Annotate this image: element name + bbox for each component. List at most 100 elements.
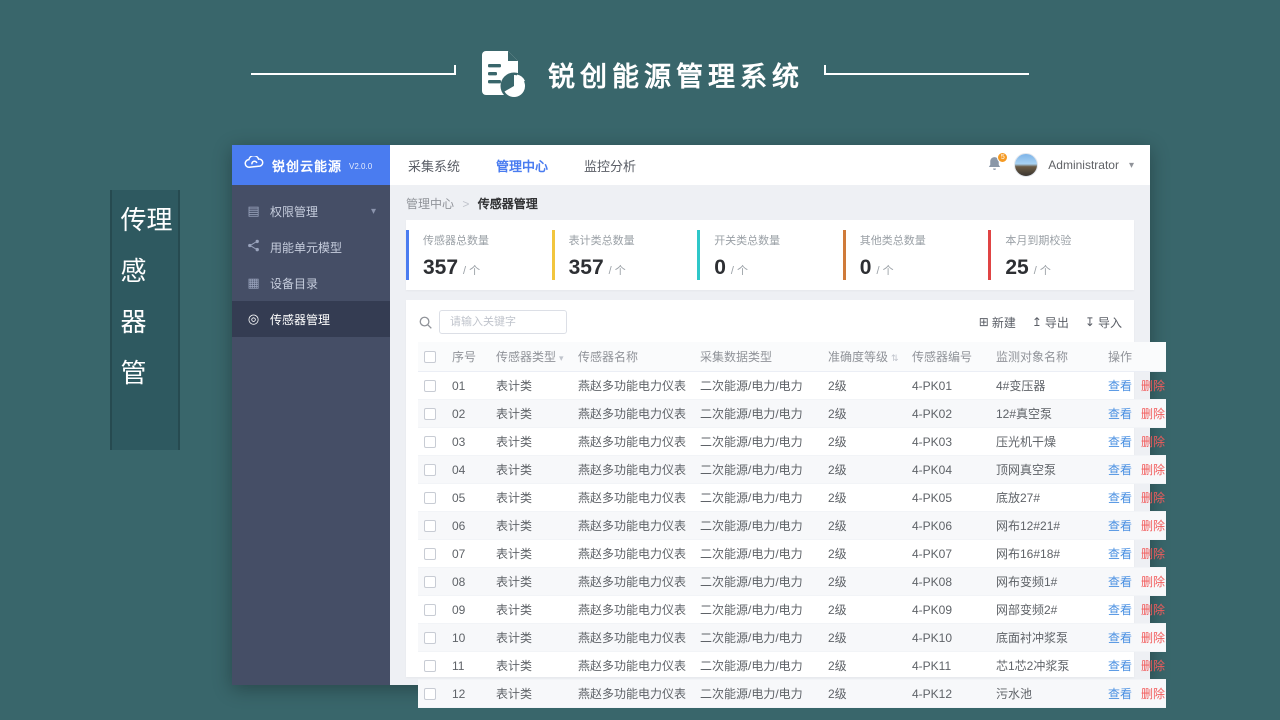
search-input[interactable] [439,310,567,334]
cell-accuracy: 2级 [822,399,906,428]
user-caret-icon[interactable]: ▾ [1129,160,1134,171]
row-checkbox[interactable] [424,660,436,673]
sensor-table: 序号 传感器类型 ▾ 传感器名称 采集数据类型 准确度等级 ⇅ 传感器编号 监测对象… [418,342,1166,708]
table-row: 06 表计类 燕赵多功能电力仪表 二次能源/电力/电力 2级 4-PK06 网布… [418,511,1166,540]
cell-actions: 查看 删除 [1102,511,1166,540]
row-checkbox[interactable] [424,576,436,589]
tab-management-center[interactable]: 管理中心 [496,156,548,175]
view-link[interactable]: 查看 [1108,547,1132,561]
cell-no: 05 [446,483,490,512]
table-card: ⊞ 新建 ↥ 导出 ↧ 导入 [406,300,1166,708]
cell-sensor-name: 燕赵多功能电力仪表 [572,679,694,708]
delete-link[interactable]: 删除 [1141,631,1165,645]
cell-accuracy: 2级 [822,651,906,680]
cell-no: 08 [446,567,490,596]
cell-data-type: 二次能源/电力/电力 [694,539,822,568]
cell-accuracy: 2级 [822,539,906,568]
cell-no: 04 [446,455,490,484]
table-row: 05 表计类 燕赵多功能电力仪表 二次能源/电力/电力 2级 4-PK05 底放… [418,483,1166,512]
sensor-target-icon: ◎ [247,311,260,326]
cell-target-name: 污水池 [990,679,1102,708]
create-button[interactable]: ⊞ 新建 [979,314,1016,331]
cell-sensor-name: 燕赵多功能电力仪表 [572,595,694,624]
banner: 锐创能源管理系统 [0,38,1280,110]
table-header: 序号 传感器类型 ▾ 传感器名称 采集数据类型 准确度等级 ⇅ 传感器编号 监测对象… [418,342,1166,372]
row-checkbox[interactable] [424,548,436,561]
delete-link[interactable]: 删除 [1141,547,1165,561]
table-row: 03 表计类 燕赵多功能电力仪表 二次能源/电力/电力 2级 4-PK03 压光… [418,427,1166,456]
import-button[interactable]: ↧ 导入 [1085,314,1122,331]
cell-sensor-code: 4-PK04 [906,455,990,484]
tab-monitoring-analysis[interactable]: 监控分析 [584,156,636,175]
view-link[interactable]: 查看 [1108,463,1132,477]
view-link[interactable]: 查看 [1108,407,1132,421]
row-checkbox[interactable] [424,408,436,421]
delete-link[interactable]: 删除 [1141,407,1165,421]
notification-bell-icon[interactable]: 5 [986,152,1009,175]
view-link[interactable]: 查看 [1108,491,1132,505]
delete-link[interactable]: 删除 [1141,687,1165,701]
delete-link[interactable]: 删除 [1141,519,1165,533]
view-link[interactable]: 查看 [1108,435,1132,449]
filter-icon[interactable]: ▾ [559,353,564,363]
view-link[interactable]: 查看 [1108,575,1132,589]
view-link[interactable]: 查看 [1108,603,1132,617]
cell-sensor-type: 表计类 [490,567,572,596]
row-checkbox[interactable] [424,520,436,533]
table-row: 09 表计类 燕赵多功能电力仪表 二次能源/电力/电力 2级 4-PK09 网部… [418,595,1166,624]
logo-version: V2.0.0 [349,162,373,171]
sidebar-item-device-catalog[interactable]: ▦ 设备目录 [232,265,390,301]
cell-actions: 查看 删除 [1102,567,1166,596]
sidebar-item-energy-unit-model[interactable]: 用能单元模型 [232,229,390,265]
tab-collection-system[interactable]: 采集系统 [408,156,460,175]
cell-accuracy: 2级 [822,371,906,400]
view-link[interactable]: 查看 [1108,379,1132,393]
cell-sensor-name: 燕赵多功能电力仪表 [572,539,694,568]
cell-actions: 查看 删除 [1102,455,1166,484]
sidebar-item-sensor-management[interactable]: ◎ 传感器管理 [232,301,390,337]
view-link[interactable]: 查看 [1108,519,1132,533]
row-checkbox[interactable] [424,604,436,617]
export-button[interactable]: ↥ 导出 [1032,314,1069,331]
table-row: 04 表计类 燕赵多功能电力仪表 二次能源/电力/电力 2级 4-PK04 顶网… [418,455,1166,484]
sidebar-item-permission[interactable]: ▤ 权限管理 ▾ [232,193,390,229]
cell-actions: 查看 删除 [1102,623,1166,652]
view-link[interactable]: 查看 [1108,659,1132,673]
row-checkbox[interactable] [424,632,436,645]
cell-actions: 查看 删除 [1102,539,1166,568]
cell-data-type: 二次能源/电力/电力 [694,651,822,680]
col-no: 序号 [446,342,490,372]
cell-data-type: 二次能源/电力/电力 [694,511,822,540]
row-checkbox[interactable] [424,436,436,449]
cell-accuracy: 2级 [822,483,906,512]
cell-sensor-name: 燕赵多功能电力仪表 [572,511,694,540]
cell-target-name: 压光机干燥 [990,427,1102,456]
avatar[interactable] [1014,153,1039,177]
cell-sensor-type: 表计类 [490,651,572,680]
sort-icon[interactable]: ⇅ [891,353,899,363]
cell-data-type: 二次能源/电力/电力 [694,427,822,456]
breadcrumb-parent[interactable]: 管理中心 [406,197,454,211]
cloud-logo-icon [244,154,265,174]
delete-link[interactable]: 删除 [1141,463,1165,477]
delete-link[interactable]: 删除 [1141,491,1165,505]
cell-accuracy: 2级 [822,623,906,652]
export-icon: ↥ [1031,315,1042,329]
delete-link[interactable]: 删除 [1141,435,1165,449]
row-checkbox[interactable] [424,380,436,393]
delete-link[interactable]: 删除 [1141,379,1165,393]
delete-link[interactable]: 删除 [1141,575,1165,589]
cell-data-type: 二次能源/电力/电力 [694,679,822,708]
delete-link[interactable]: 删除 [1141,603,1165,617]
delete-link[interactable]: 删除 [1141,659,1165,673]
row-checkbox[interactable] [424,492,436,505]
view-link[interactable]: 查看 [1108,687,1132,701]
row-checkbox[interactable] [424,464,436,477]
cell-no: 06 [446,511,490,540]
row-checkbox[interactable] [424,688,436,701]
topbar: 采集系统 管理中心 监控分析 5 Administrator ▾ [390,145,1150,185]
view-link[interactable]: 查看 [1108,631,1132,645]
page-title: 锐创能源管理系统 [548,61,804,92]
select-all-checkbox[interactable] [424,351,436,364]
cell-sensor-name: 燕赵多功能电力仪表 [572,455,694,484]
